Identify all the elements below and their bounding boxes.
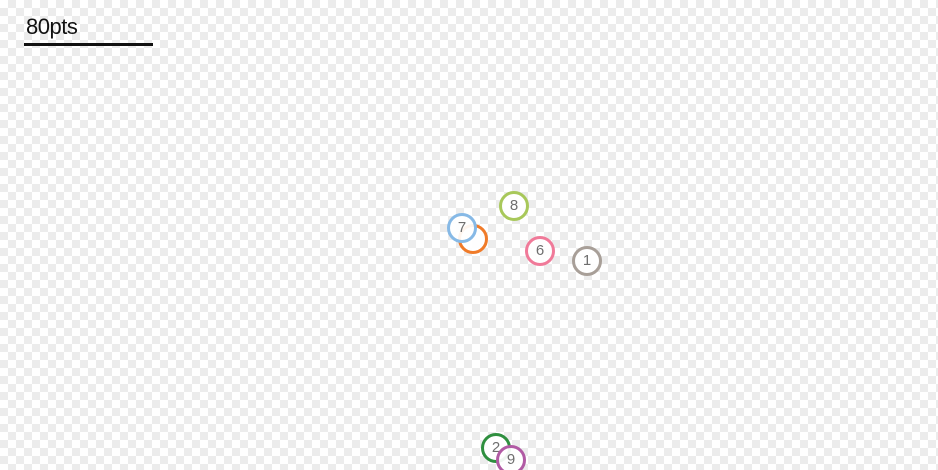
scale-label: 80pts xyxy=(26,14,78,39)
point-marker-label: 9 xyxy=(506,451,516,468)
point-marker-9[interactable]: 9 xyxy=(496,445,526,470)
point-marker-7[interactable]: 7 xyxy=(447,213,477,243)
point-marker-label: 8 xyxy=(509,197,519,214)
point-marker-label: 7 xyxy=(457,219,467,236)
point-marker-label: 6 xyxy=(535,242,545,259)
point-marker-6[interactable]: 6 xyxy=(525,236,555,266)
point-marker-8[interactable]: 8 xyxy=(499,191,529,221)
point-marker-label: 1 xyxy=(582,252,592,269)
scale-bar xyxy=(24,43,153,46)
map-canvas[interactable]: 80pts 1 2 6 7 8 9 xyxy=(0,0,938,470)
point-marker-1[interactable]: 1 xyxy=(572,246,602,276)
